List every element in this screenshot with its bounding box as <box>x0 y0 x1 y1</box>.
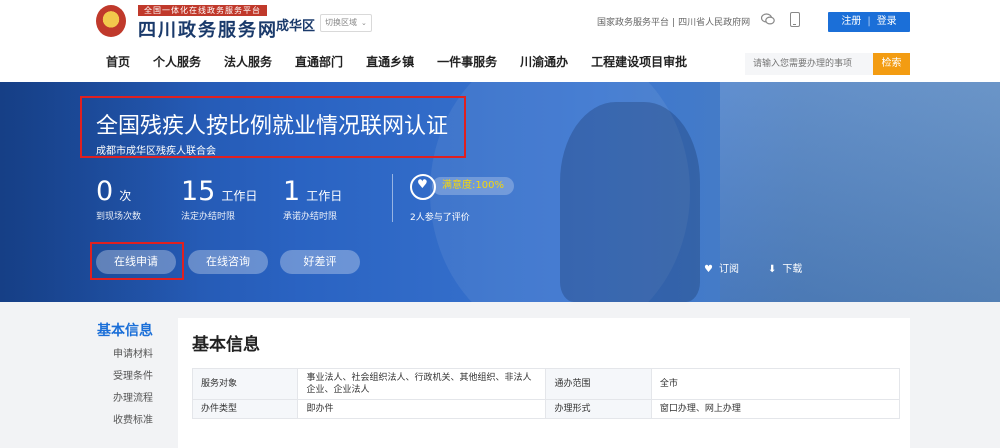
site-logo[interactable]: 四川政务服务网 <box>138 16 278 42</box>
evaluation-count: 2人参与了评价 <box>410 213 470 223</box>
basic-info-table: 服务对象 事业法人、社会组织法人、行政机关、其他组织、非法人企业、企业法人 通办… <box>191 368 901 419</box>
side-item-conditions[interactable]: 受理条件 <box>113 370 168 384</box>
nav-personal-services[interactable]: 个人服务 <box>153 52 201 74</box>
top-header: 全国一体化在线政务服务平台 四川政务服务网 成华区 切换区域 ⌄ 国家政务服务平台… <box>0 0 1000 82</box>
auth-buttons: 注册 | 登录 <box>828 12 910 32</box>
rating-button[interactable]: 好差评 <box>280 250 360 274</box>
table-row: 办件类型 即办件 办理形式 窗口办理、网上办理 <box>191 399 901 419</box>
service-banner: 全国残疾人按比例就业情况联网认证 成都市成华区残疾人联合会 0次 到现场次数 1… <box>0 82 1000 302</box>
nav-chuanyu-service[interactable]: 川渝通办 <box>520 52 568 74</box>
table-value: 事业法人、社会组织法人、行政机关、其他组织、非法人企业、企业法人 <box>297 368 547 400</box>
download-icon: ⬇ <box>768 264 777 275</box>
link-national-platform[interactable]: 国家政务服务平台 <box>597 18 669 28</box>
top-links: 国家政务服务平台 | 四川省人民政府网 <box>597 18 751 28</box>
national-emblem-icon <box>96 5 126 37</box>
service-department: 成都市成华区残疾人联合会 <box>96 146 216 157</box>
satisfaction-badge: 满意度:100% <box>432 177 514 195</box>
table-key: 办理形式 <box>545 399 652 419</box>
nav-home[interactable]: 首页 <box>106 52 130 74</box>
table-key: 服务对象 <box>191 368 299 400</box>
wechat-icon[interactable] <box>761 13 775 25</box>
switch-area-dropdown[interactable]: 切换区域 ⌄ <box>320 14 372 32</box>
main-nav: 首页 个人服务 法人服务 直通部门 直通乡镇 一件事服务 川渝通办 工程建设项目… <box>96 52 710 74</box>
chevron-down-icon: ⌄ <box>361 19 367 27</box>
table-value: 即办件 <box>297 399 547 419</box>
nav-townships[interactable]: 直通乡镇 <box>366 52 414 74</box>
online-apply-button[interactable]: 在线申请 <box>96 250 176 274</box>
basic-info-title: 基本信息 <box>192 335 260 355</box>
service-title: 全国残疾人按比例就业情况联网认证 <box>96 114 449 139</box>
platform-slogan: 全国一体化在线政务服务平台 <box>138 5 267 16</box>
nav-construction-approval[interactable]: 工程建设项目审批 <box>591 52 687 74</box>
download-button[interactable]: ⬇ 下载 <box>768 260 802 275</box>
nav-legal-entity-services[interactable]: 法人服务 <box>224 52 272 74</box>
link-provincial-government[interactable]: 四川省人民政府网 <box>678 18 750 28</box>
table-value: 窗口办理、网上办理 <box>650 399 901 419</box>
heart-icon: ♥ <box>704 264 713 275</box>
online-consult-button[interactable]: 在线咨询 <box>188 250 268 274</box>
side-nav: 基本信息 申请材料 受理条件 办理流程 收费标准 <box>80 320 168 428</box>
login-button[interactable]: 登录 <box>877 16 897 27</box>
register-button[interactable]: 注册 <box>841 16 861 27</box>
table-row: 服务对象 事业法人、社会组织法人、行政机关、其他组织、非法人企业、企业法人 通办… <box>191 368 901 400</box>
mobile-app-icon[interactable] <box>790 12 800 27</box>
stat-promised-time-limit: 1 工作日 承诺办结时限 <box>283 176 343 223</box>
nav-one-thing-service[interactable]: 一件事服务 <box>437 52 497 74</box>
stat-legal-time-limit: 15 工作日 法定办结时限 <box>181 176 258 223</box>
table-key: 通办范围 <box>545 368 652 400</box>
search-button[interactable]: 检索 <box>873 53 910 75</box>
table-value: 全市 <box>650 368 901 400</box>
current-district: 成华区 <box>276 19 316 34</box>
stats-divider <box>392 174 393 222</box>
side-nav-title[interactable]: 基本信息 <box>97 320 168 340</box>
search-input[interactable] <box>745 53 873 75</box>
side-item-fees[interactable]: 收费标准 <box>113 414 168 428</box>
nav-departments[interactable]: 直通部门 <box>295 52 343 74</box>
switch-area-label: 切换区域 <box>325 18 357 27</box>
side-item-materials[interactable]: 申请材料 <box>113 348 168 362</box>
side-item-process[interactable]: 办理流程 <box>113 392 168 406</box>
stat-onsite-visits: 0次 到现场次数 <box>96 176 142 223</box>
table-key: 办件类型 <box>191 399 299 419</box>
subscribe-button[interactable]: ♥ 订阅 <box>704 260 739 275</box>
basic-info-card: 基本信息 服务对象 事业法人、社会组织法人、行政机关、其他组织、非法人企业、企业… <box>178 318 910 448</box>
